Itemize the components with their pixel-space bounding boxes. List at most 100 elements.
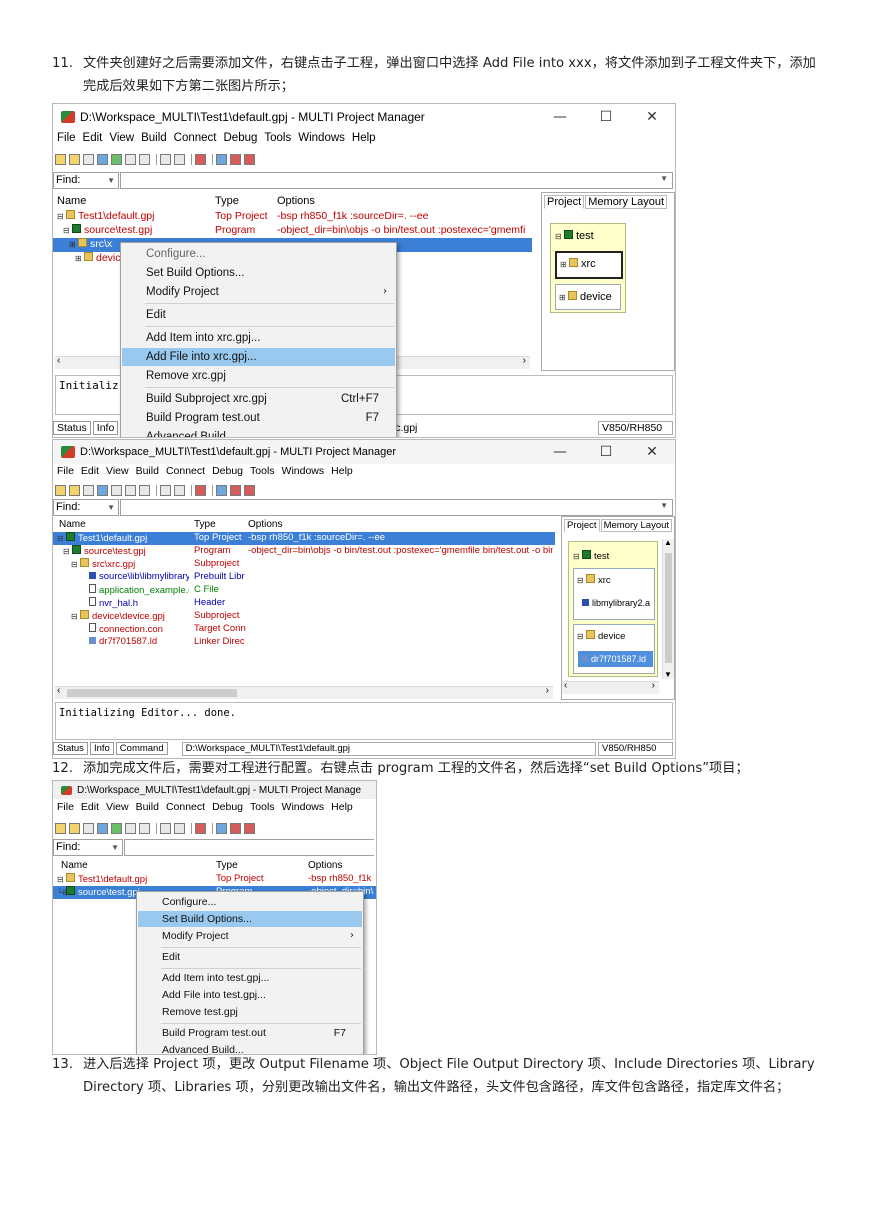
minimize-button[interactable]: —: [537, 109, 583, 125]
tab-project[interactable]: Project: [564, 519, 600, 532]
menu-tools[interactable]: Tools: [264, 132, 291, 144]
column-options[interactable]: Options: [277, 195, 315, 207]
menu-debug[interactable]: Debug: [212, 465, 243, 477]
scroll-left-icon[interactable]: ‹: [564, 680, 567, 691]
find-dropdown[interactable]: Find: ▼: [53, 499, 119, 516]
menu-item-remove[interactable]: Remove test.gpj: [138, 1004, 362, 1020]
save-icon[interactable]: [83, 823, 94, 834]
build-tools-icon[interactable]: [195, 823, 206, 834]
menu-file[interactable]: File: [57, 132, 76, 144]
paste-icon[interactable]: [125, 485, 136, 496]
new-icon[interactable]: [55, 823, 66, 834]
menu-item-add-item[interactable]: Add Item into test.gpj...: [138, 970, 362, 986]
table-row[interactable]: ⊟ source\test.gpj Program -object_dir=bin…: [53, 224, 532, 238]
menu-connect[interactable]: Connect: [166, 801, 205, 813]
find-input[interactable]: ▼: [120, 172, 673, 189]
close-button[interactable]: ✕: [629, 109, 675, 125]
menu-item-configure[interactable]: Configure...: [122, 245, 395, 263]
check-icon[interactable]: [111, 154, 122, 165]
open-icon[interactable]: [69, 154, 80, 165]
find-input[interactable]: [124, 839, 374, 856]
check-icon[interactable]: [111, 485, 122, 496]
tab-status[interactable]: Status: [53, 420, 91, 435]
scroll-left-icon[interactable]: ‹: [57, 685, 60, 696]
menu-tools[interactable]: Tools: [250, 801, 275, 813]
tab-project[interactable]: Project: [544, 195, 585, 209]
clipboard-icon[interactable]: [139, 823, 150, 834]
menu-item-build-subproject[interactable]: Build Subproject xrc.gpj Ctrl+F7: [122, 390, 395, 408]
connect-icon[interactable]: [216, 485, 227, 496]
menu-item-set-build-options[interactable]: Set Build Options...: [138, 911, 362, 927]
new-icon[interactable]: [55, 154, 66, 165]
layout-program-box[interactable]: ⊟ test ⊟ xrc libmylibrary2.a ⊟ device dr7f7…: [568, 541, 658, 677]
target-icon[interactable]: [244, 485, 255, 496]
expand-icon[interactable]: ⊟: [57, 875, 66, 884]
menu-edit[interactable]: Edit: [81, 465, 99, 477]
expand-icon[interactable]: ⊟: [63, 226, 72, 235]
menu-item-add-file[interactable]: Add File into xrc.gpj...: [122, 348, 395, 366]
table-row[interactable]: ⊟ Test1\default.gpj Top Project -bsp rh85…: [53, 873, 376, 886]
build-tools-icon[interactable]: [195, 154, 206, 165]
horizontal-scrollbar[interactable]: ‹ ›: [562, 680, 659, 694]
find-dropdown[interactable]: Find: ▼: [53, 172, 119, 189]
menu-file[interactable]: File: [57, 801, 74, 813]
table-row[interactable]: ⊟ device\device.gpj Subproject: [53, 610, 555, 623]
copy-icon[interactable]: [97, 485, 108, 496]
find-dropdown[interactable]: Find: ▼: [53, 839, 123, 856]
expand-icon[interactable]: ⊟: [63, 547, 72, 556]
copy-icon[interactable]: [97, 154, 108, 165]
layout-program-box[interactable]: ⊟ test ⊞ xrc ⊞ device: [550, 223, 626, 313]
scroll-up-icon[interactable]: ▲: [664, 538, 672, 547]
menu-item-modify-project[interactable]: Modify Project ›: [122, 283, 395, 301]
save-icon[interactable]: [83, 154, 94, 165]
menu-help[interactable]: Help: [331, 801, 353, 813]
expand-icon[interactable]: ⊟: [57, 534, 66, 543]
menu-item-edit[interactable]: Edit: [138, 949, 362, 965]
menu-windows[interactable]: Windows: [282, 801, 325, 813]
menu-item-configure[interactable]: Configure...: [138, 894, 362, 910]
menu-item-build-program[interactable]: Build Program test.out F7: [122, 409, 395, 427]
column-options[interactable]: Options: [308, 860, 342, 871]
menu-view[interactable]: View: [109, 132, 134, 144]
menu-debug[interactable]: Debug: [224, 132, 258, 144]
table-row[interactable]: dr7f701587.ld Linker Direc: [53, 636, 555, 649]
undo-icon[interactable]: [160, 823, 171, 834]
expand-icon[interactable]: └⊞: [57, 888, 69, 897]
save-icon[interactable]: [83, 485, 94, 496]
layout-device-box[interactable]: ⊞ device: [555, 284, 621, 310]
menu-tools[interactable]: Tools: [250, 465, 275, 477]
paste-icon[interactable]: [125, 823, 136, 834]
scroll-thumb[interactable]: [665, 553, 672, 663]
tab-info[interactable]: Info: [92, 420, 119, 435]
menu-build[interactable]: Build: [136, 465, 159, 477]
expand-icon[interactable]: ⊞: [75, 254, 84, 263]
scroll-left-icon[interactable]: ‹: [57, 355, 60, 366]
tab-memory-layout[interactable]: Memory Layout: [585, 195, 668, 209]
copy-icon[interactable]: [97, 823, 108, 834]
expand-icon[interactable]: ⊟: [71, 560, 80, 569]
expand-icon[interactable]: ⊞: [69, 240, 78, 249]
target-icon[interactable]: [244, 154, 255, 165]
scroll-right-icon[interactable]: ›: [546, 685, 549, 696]
scroll-right-icon[interactable]: ›: [523, 355, 526, 366]
build-tools-icon[interactable]: [195, 485, 206, 496]
column-name[interactable]: Name: [59, 519, 86, 530]
undo-icon[interactable]: [160, 154, 171, 165]
find-input[interactable]: ▼: [120, 499, 673, 516]
column-type[interactable]: Type: [194, 519, 216, 530]
scroll-thumb[interactable]: [67, 689, 237, 697]
column-type[interactable]: Type: [216, 860, 238, 871]
connect-icon[interactable]: [216, 823, 227, 834]
target-icon[interactable]: [244, 823, 255, 834]
tab-memory-layout[interactable]: Memory Layout: [600, 519, 673, 532]
clipboard-icon[interactable]: [139, 154, 150, 165]
tab-status[interactable]: Status: [53, 742, 88, 755]
scroll-right-icon[interactable]: ›: [652, 680, 655, 691]
menu-windows[interactable]: Windows: [282, 465, 325, 477]
menu-edit[interactable]: Edit: [81, 801, 99, 813]
check-icon[interactable]: [111, 823, 122, 834]
table-row[interactable]: ⊟ source\test.gpj Program -object_dir=bin…: [53, 545, 555, 558]
paste-icon[interactable]: [125, 154, 136, 165]
menu-build[interactable]: Build: [141, 132, 167, 144]
table-row-selected[interactable]: ⊟ Test1\default.gpj Top Project -bsp rh85…: [53, 532, 555, 545]
